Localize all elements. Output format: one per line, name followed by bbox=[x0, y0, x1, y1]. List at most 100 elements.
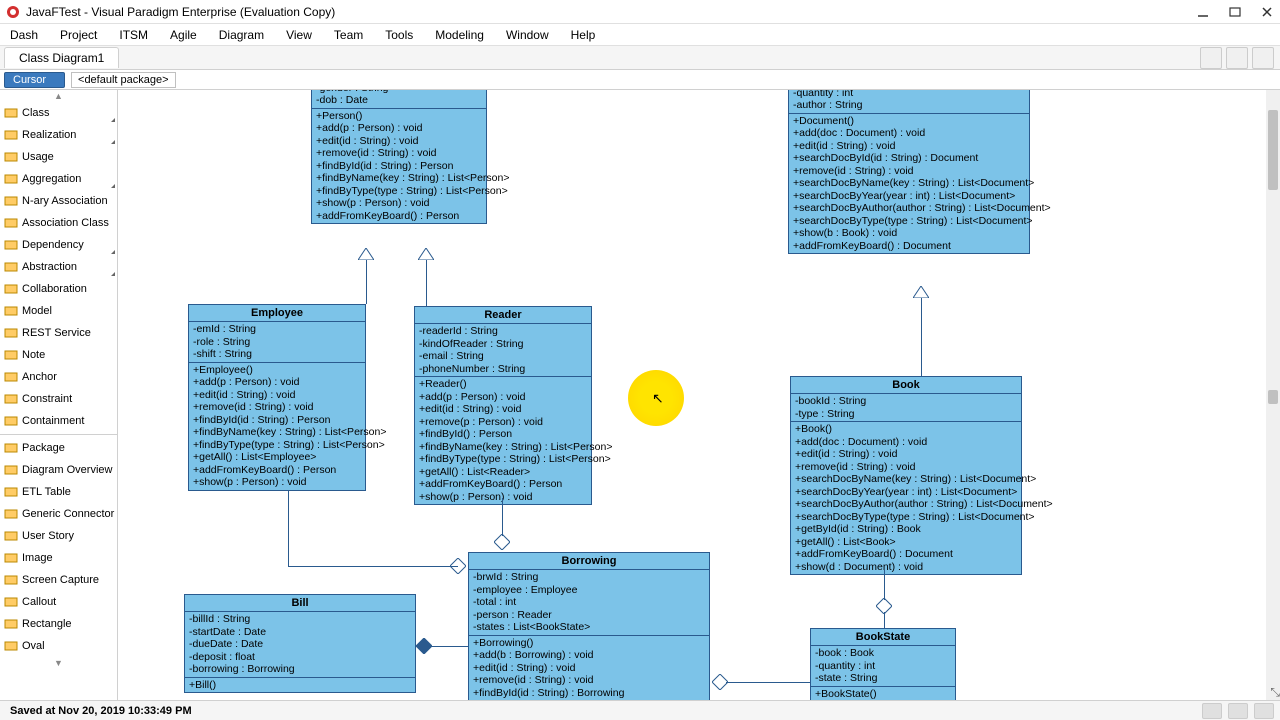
class-bookstate[interactable]: BookState -book : Book-quantity : int-st… bbox=[810, 628, 956, 700]
palette-item-rectangle[interactable]: Rectangle bbox=[0, 613, 117, 635]
class-title: Bill bbox=[185, 595, 415, 612]
palette-label: ETL Table bbox=[22, 486, 71, 498]
palette-label: Package bbox=[22, 442, 65, 454]
palette-icon bbox=[4, 394, 18, 404]
generalization-arrow-icon bbox=[358, 248, 374, 260]
menu-agile[interactable]: Agile bbox=[170, 28, 197, 42]
connector bbox=[502, 498, 503, 536]
class-member: +searchDocByYear(year : int) : List<Docu… bbox=[793, 190, 1025, 203]
palette-icon bbox=[4, 372, 18, 382]
status-icon-3[interactable] bbox=[1254, 703, 1274, 719]
class-member: +findByName(key : String) : List<Person> bbox=[193, 426, 361, 439]
resize-grip-icon[interactable]: ⤡ bbox=[1270, 685, 1280, 700]
palette-item-callout[interactable]: Callout bbox=[0, 591, 117, 613]
menu-tools[interactable]: Tools bbox=[385, 28, 413, 42]
class-book[interactable]: Book -bookId : String-type : String +Boo… bbox=[790, 376, 1022, 575]
palette-item-containment[interactable]: Containment bbox=[0, 410, 117, 432]
close-icon[interactable] bbox=[1260, 5, 1274, 19]
menu-window[interactable]: Window bbox=[506, 28, 549, 42]
diagram-canvas[interactable]: -address : String-gender : String-dob : … bbox=[118, 90, 1280, 700]
class-reader[interactable]: Reader -readerId : String-kindOfReader :… bbox=[414, 306, 592, 505]
class-member: -type : String bbox=[795, 408, 1017, 421]
class-member: +show(b : Book) : void bbox=[793, 227, 1025, 240]
class-member: -phoneNumber : String bbox=[419, 363, 587, 376]
class-person[interactable]: -address : String-gender : String-dob : … bbox=[311, 90, 487, 224]
status-icon-2[interactable] bbox=[1228, 703, 1248, 719]
menu-view[interactable]: View bbox=[286, 28, 312, 42]
palette-item-generic-connector[interactable]: Generic Connector bbox=[0, 503, 117, 525]
class-employee[interactable]: Employee -emId : String-role : String-sh… bbox=[188, 304, 366, 491]
palette-label: Abstraction bbox=[22, 261, 77, 273]
class-member: +Reader() bbox=[419, 378, 587, 391]
status-icon-1[interactable] bbox=[1202, 703, 1222, 719]
palette-label: Oval bbox=[22, 640, 45, 652]
minimize-icon[interactable] bbox=[1196, 5, 1210, 19]
palette-label: Class bbox=[22, 107, 50, 119]
scrollbar-handle[interactable] bbox=[1268, 390, 1278, 404]
palette-item-user-story[interactable]: User Story bbox=[0, 525, 117, 547]
palette-icon bbox=[4, 240, 18, 250]
palette-icon bbox=[4, 443, 18, 453]
palette-item-association-class[interactable]: Association Class bbox=[0, 212, 117, 234]
package-breadcrumb[interactable]: <default package> bbox=[71, 72, 176, 88]
palette-label: Rectangle bbox=[22, 618, 72, 630]
palette-scroll-down[interactable]: ▼ bbox=[0, 657, 117, 669]
aggregation-diamond-icon bbox=[494, 534, 510, 550]
class-member: +searchDocByName(key : String) : List<Do… bbox=[795, 473, 1017, 486]
menu-project[interactable]: Project bbox=[60, 28, 97, 42]
class-member: +Borrowing() bbox=[473, 637, 705, 650]
palette-item-class[interactable]: Class bbox=[0, 102, 117, 124]
palette-item-image[interactable]: Image bbox=[0, 547, 117, 569]
palette-item-realization[interactable]: Realization bbox=[0, 124, 117, 146]
toolbar-icon-2[interactable] bbox=[1226, 47, 1248, 69]
palette-label: Constraint bbox=[22, 393, 72, 405]
palette-item-anchor[interactable]: Anchor bbox=[0, 366, 117, 388]
palette-item-oval[interactable]: Oval bbox=[0, 635, 117, 657]
palette-item-usage[interactable]: Usage bbox=[0, 146, 117, 168]
palette-icon bbox=[4, 350, 18, 360]
palette-item-diagram-overview[interactable]: Diagram Overview bbox=[0, 459, 117, 481]
tab-class-diagram[interactable]: Class Diagram1 bbox=[4, 47, 119, 68]
class-document[interactable]: -id : String-title : String-publishedYea… bbox=[788, 90, 1030, 254]
palette-label: Screen Capture bbox=[22, 574, 99, 586]
toolbar-icon-1[interactable] bbox=[1200, 47, 1222, 69]
cursor-tool-button[interactable]: Cursor bbox=[4, 72, 65, 88]
palette-label: User Story bbox=[22, 530, 74, 542]
class-bill[interactable]: Bill -billId : String-startDate : Date-d… bbox=[184, 594, 416, 693]
menubar: Dash Project ITSM Agile Diagram View Tea… bbox=[0, 24, 1280, 46]
menu-dash[interactable]: Dash bbox=[10, 28, 38, 42]
class-member: +add(b : Borrowing) : void bbox=[473, 649, 705, 662]
menu-itsm[interactable]: ITSM bbox=[119, 28, 148, 42]
palette-label: Realization bbox=[22, 129, 76, 141]
palette-item-note[interactable]: Note bbox=[0, 344, 117, 366]
maximize-icon[interactable] bbox=[1228, 5, 1242, 19]
palette-item-collaboration[interactable]: Collaboration bbox=[0, 278, 117, 300]
class-member: +addFromKeyBoard() : Document bbox=[795, 548, 1017, 561]
scrollbar-thumb[interactable] bbox=[1268, 110, 1278, 190]
palette-label: Collaboration bbox=[22, 283, 87, 295]
palette-item-model[interactable]: Model bbox=[0, 300, 117, 322]
menu-modeling[interactable]: Modeling bbox=[435, 28, 484, 42]
palette-scroll-up[interactable]: ▲ bbox=[0, 90, 117, 102]
vertical-scrollbar[interactable] bbox=[1266, 90, 1280, 700]
class-member: +show(d : Document) : void bbox=[795, 561, 1017, 574]
palette-item-rest-service[interactable]: REST Service bbox=[0, 322, 117, 344]
toolbar-icon-3[interactable] bbox=[1252, 47, 1274, 69]
palette-item-screen-capture[interactable]: Screen Capture bbox=[0, 569, 117, 591]
palette-item-etl-table[interactable]: ETL Table bbox=[0, 481, 117, 503]
palette-icon bbox=[4, 575, 18, 585]
palette-item-aggregation[interactable]: Aggregation bbox=[0, 168, 117, 190]
menu-team[interactable]: Team bbox=[334, 28, 363, 42]
class-member: +remove(id : String) : void bbox=[193, 401, 361, 414]
menu-diagram[interactable]: Diagram bbox=[219, 28, 264, 42]
palette-item-constraint[interactable]: Constraint bbox=[0, 388, 117, 410]
palette-item-package[interactable]: Package bbox=[0, 437, 117, 459]
menu-help[interactable]: Help bbox=[571, 28, 596, 42]
palette-label: N-ary Association bbox=[22, 195, 108, 207]
palette-item-dependency[interactable]: Dependency bbox=[0, 234, 117, 256]
class-borrowing[interactable]: Borrowing -brwId : String-employee : Emp… bbox=[468, 552, 710, 700]
connector bbox=[426, 252, 427, 306]
palette-item-n-ary-association[interactable]: N-ary Association bbox=[0, 190, 117, 212]
connector bbox=[884, 570, 885, 600]
palette-item-abstraction[interactable]: Abstraction bbox=[0, 256, 117, 278]
